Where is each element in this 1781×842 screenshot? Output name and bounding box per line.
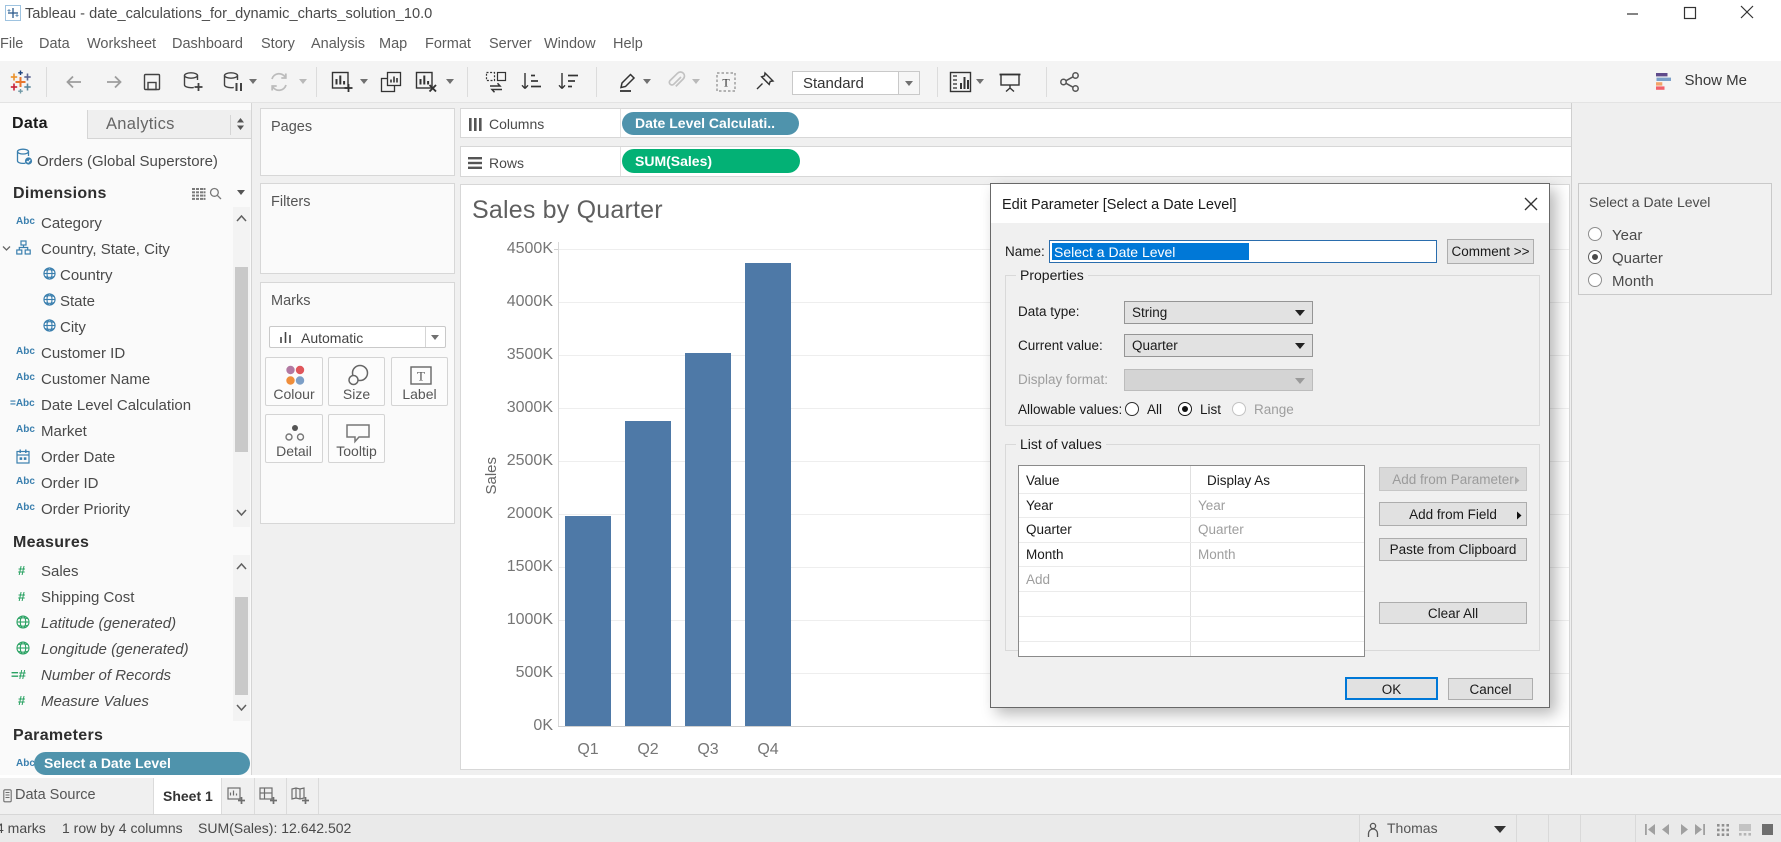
svg-text:T: T	[417, 369, 425, 384]
svg-text:T: T	[722, 76, 730, 90]
